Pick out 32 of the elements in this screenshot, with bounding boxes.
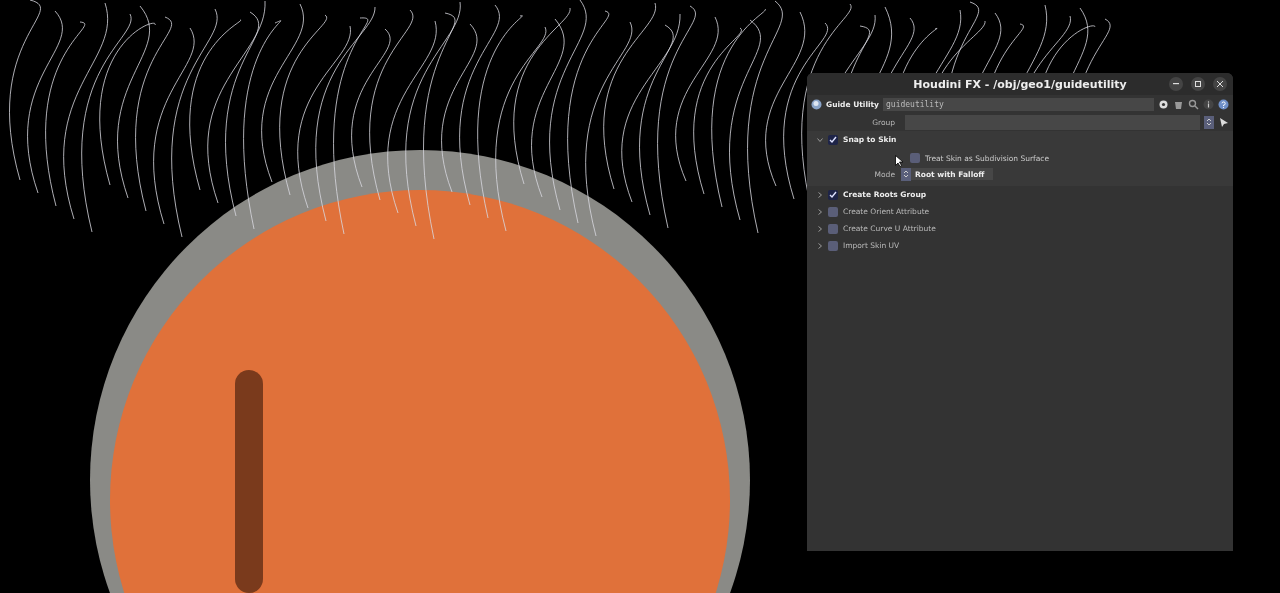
close-button[interactable] [1213, 77, 1227, 91]
node-name-field[interactable]: guideutility [883, 97, 1154, 111]
minimize-button[interactable] [1169, 77, 1183, 91]
cursor-arrow-icon[interactable] [1218, 116, 1229, 128]
chevron-right-icon[interactable] [817, 208, 823, 215]
up-down-arrows-icon [903, 170, 909, 178]
node-type-icon [811, 98, 822, 110]
chevron-right-icon[interactable] [817, 242, 823, 249]
spinner-button[interactable] [901, 167, 911, 181]
checkbox[interactable] [828, 206, 838, 217]
chevron-right-icon[interactable] [817, 225, 823, 232]
checkbox[interactable] [828, 240, 838, 251]
checkbox[interactable] [828, 134, 838, 145]
info-icon[interactable] [1203, 98, 1214, 110]
checkbox[interactable] [828, 223, 838, 234]
maximize-button[interactable] [1191, 77, 1205, 91]
help-icon[interactable] [1218, 98, 1229, 110]
close-icon [1217, 81, 1223, 87]
chevron-down-icon[interactable] [817, 136, 823, 143]
maximize-icon [1195, 81, 1201, 87]
mouse-cursor-icon [895, 155, 903, 167]
window-title: Houdini FX - /obj/geo1/guideutility [913, 77, 1127, 91]
checkbox[interactable] [828, 189, 838, 200]
minimize-icon [1173, 83, 1179, 85]
spinner-button[interactable] [1204, 115, 1214, 129]
checkmark-icon [829, 190, 837, 199]
chevron-right-icon[interactable] [817, 191, 823, 198]
checkmark-icon [829, 135, 837, 144]
up-down-arrows-icon [1206, 118, 1212, 126]
checkbox[interactable] [910, 153, 920, 163]
search-icon[interactable] [1188, 98, 1199, 110]
settings-icon[interactable] [1158, 98, 1169, 110]
